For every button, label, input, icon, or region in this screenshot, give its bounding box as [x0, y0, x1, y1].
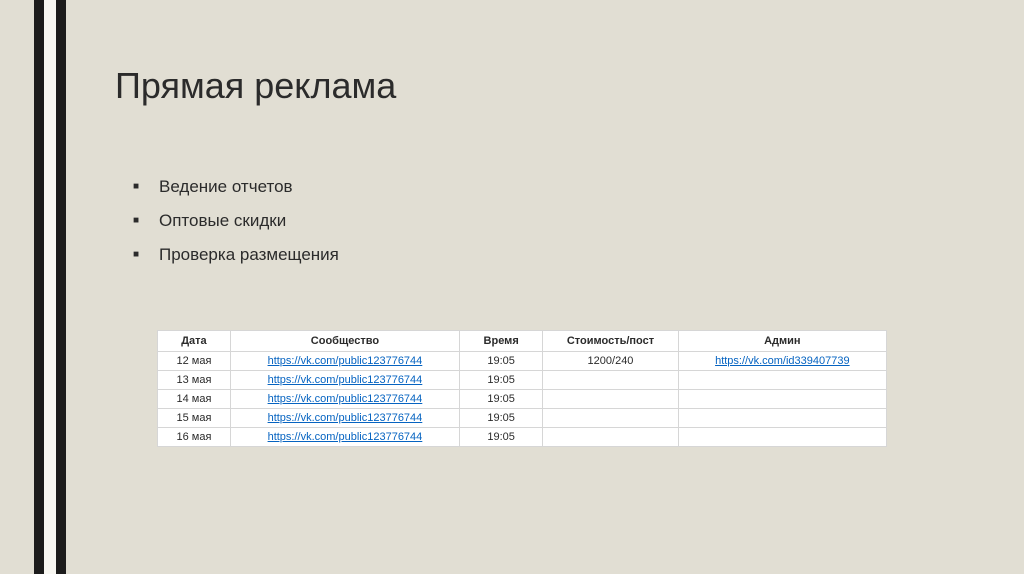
table-row: 15 мая https://vk.com/public123776744 19… [158, 409, 887, 428]
admin-link[interactable]: https://vk.com/id339407739 [715, 355, 850, 367]
slide-content: Прямая реклама Ведение отчетов Оптовые с… [115, 65, 964, 447]
bullet-list: Ведение отчетов Оптовые скидки Проверка … [133, 177, 964, 265]
cell-community: https://vk.com/public123776744 [230, 390, 459, 409]
cell-admin [678, 409, 886, 428]
cell-community: https://vk.com/public123776744 [230, 428, 459, 447]
cell-time: 19:05 [460, 390, 543, 409]
table-row: 13 мая https://vk.com/public123776744 19… [158, 371, 887, 390]
cell-date: 13 мая [158, 371, 231, 390]
list-item: Оптовые скидки [133, 211, 964, 231]
community-link[interactable]: https://vk.com/public123776744 [268, 355, 423, 367]
th-cost: Стоимость/пост [543, 331, 678, 352]
cell-admin [678, 428, 886, 447]
table-header-row: Дата Сообщество Время Стоимость/пост Адм… [158, 331, 887, 352]
cell-community: https://vk.com/public123776744 [230, 352, 459, 371]
community-link[interactable]: https://vk.com/public123776744 [268, 393, 423, 405]
list-item: Проверка размещения [133, 245, 964, 265]
community-link[interactable]: https://vk.com/public123776744 [268, 412, 423, 424]
page-title: Прямая реклама [115, 65, 964, 107]
stripe-black-left [34, 0, 44, 574]
cell-community: https://vk.com/public123776744 [230, 409, 459, 428]
cell-cost [543, 371, 678, 390]
cell-time: 19:05 [460, 371, 543, 390]
cell-date: 14 мая [158, 390, 231, 409]
cell-admin [678, 390, 886, 409]
cell-date: 12 мая [158, 352, 231, 371]
cell-cost [543, 409, 678, 428]
cell-time: 19:05 [460, 428, 543, 447]
cell-time: 19:05 [460, 352, 543, 371]
stripe-black-right [56, 0, 66, 574]
community-link[interactable]: https://vk.com/public123776744 [268, 374, 423, 386]
community-link[interactable]: https://vk.com/public123776744 [268, 431, 423, 443]
table-row: 16 мая https://vk.com/public123776744 19… [158, 428, 887, 447]
cell-admin: https://vk.com/id339407739 [678, 352, 886, 371]
table-row: 14 мая https://vk.com/public123776744 19… [158, 390, 887, 409]
cell-admin [678, 371, 886, 390]
th-admin: Админ [678, 331, 886, 352]
cell-cost [543, 428, 678, 447]
list-item: Ведение отчетов [133, 177, 964, 197]
cell-cost [543, 390, 678, 409]
cell-cost: 1200/240 [543, 352, 678, 371]
stripe-white [44, 0, 56, 574]
data-table-wrap: Дата Сообщество Время Стоимость/пост Адм… [157, 330, 887, 447]
th-date: Дата [158, 331, 231, 352]
cell-time: 19:05 [460, 409, 543, 428]
cell-date: 15 мая [158, 409, 231, 428]
th-time: Время [460, 331, 543, 352]
table-row: 12 мая https://vk.com/public123776744 19… [158, 352, 887, 371]
decorative-stripe [34, 0, 66, 574]
cell-date: 16 мая [158, 428, 231, 447]
th-community: Сообщество [230, 331, 459, 352]
cell-community: https://vk.com/public123776744 [230, 371, 459, 390]
data-table: Дата Сообщество Время Стоимость/пост Адм… [157, 330, 887, 447]
